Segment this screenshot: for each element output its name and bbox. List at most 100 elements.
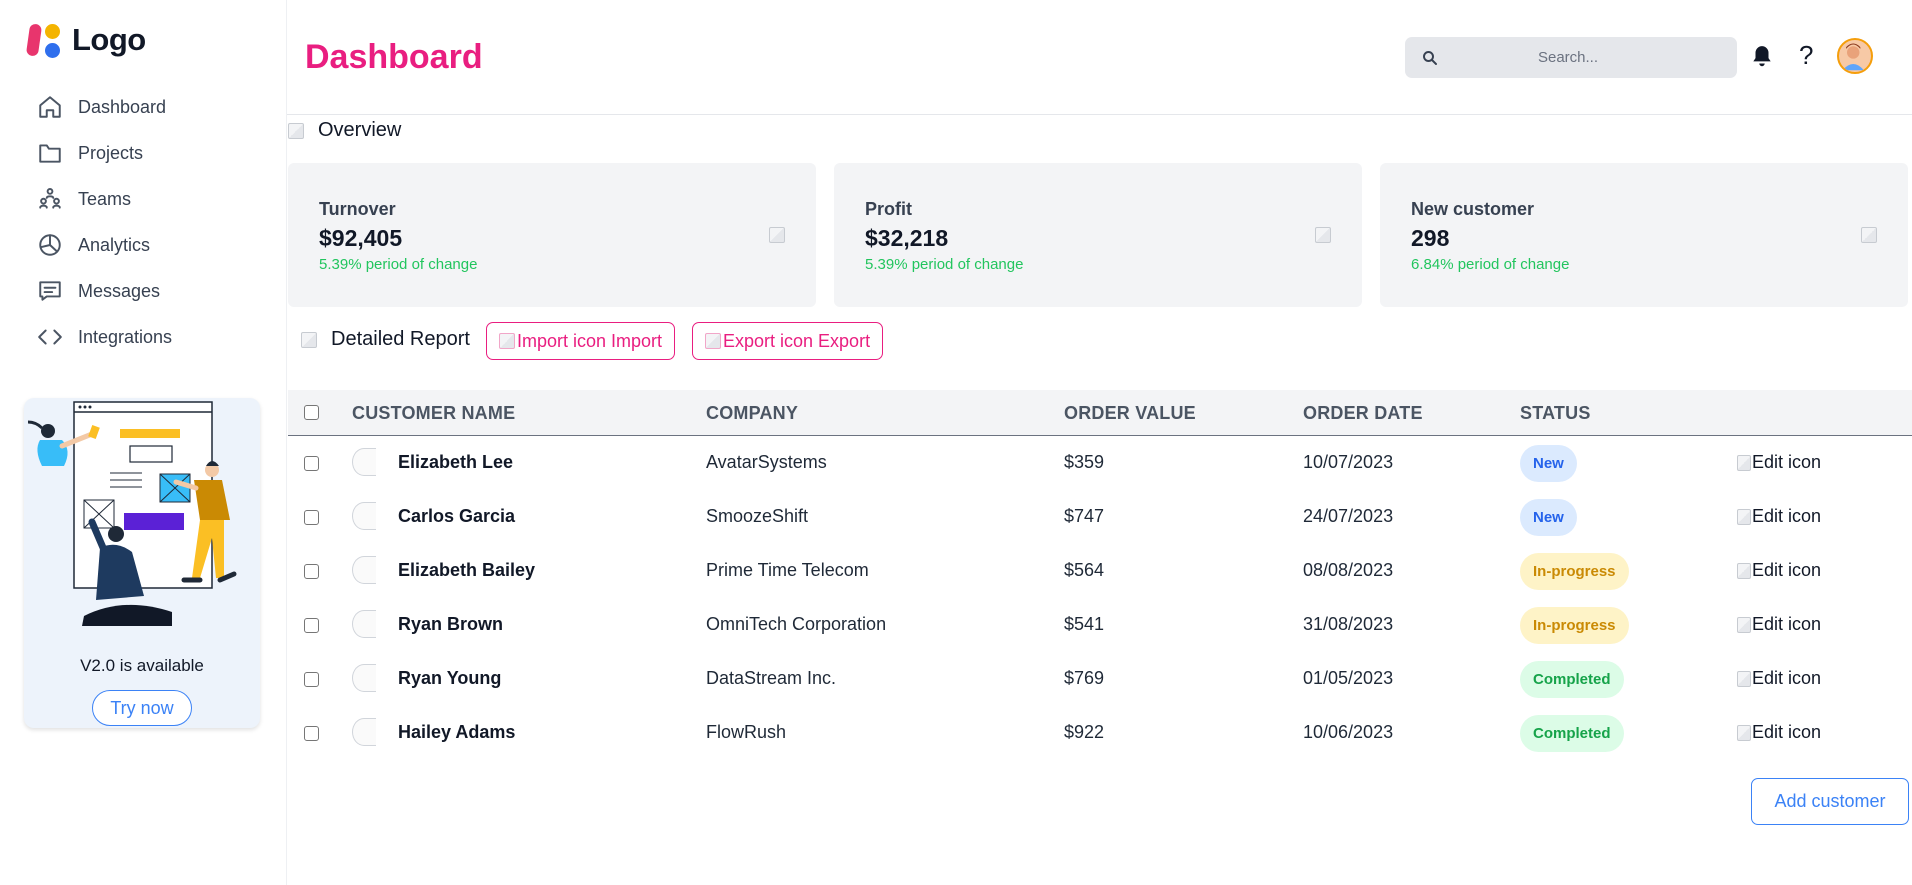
- logo[interactable]: Logo: [25, 22, 146, 58]
- sidebar-item-teams[interactable]: Teams: [36, 176, 172, 222]
- order-value-cell: $922: [1064, 722, 1105, 742]
- company-cell: Prime Time Telecom: [706, 560, 869, 580]
- edit-icon: [1737, 616, 1751, 633]
- notification-bell-icon[interactable]: [1749, 44, 1775, 70]
- row-checkbox[interactable]: [304, 564, 319, 579]
- stat-label: Profit: [865, 199, 912, 219]
- home-icon: [36, 93, 64, 121]
- sidebar-item-label: Integrations: [78, 326, 173, 347]
- edit-icon: [1737, 508, 1751, 525]
- import-label: Import icon Import: [517, 330, 663, 351]
- company-cell: DataStream Inc.: [706, 668, 837, 688]
- export-button[interactable]: Export icon Export: [692, 322, 884, 360]
- customer-avatar: [352, 664, 376, 692]
- order-date-cell: 10/07/2023: [1303, 452, 1394, 472]
- column-header-company[interactable]: COMPANY: [706, 403, 798, 424]
- stat-change: 6.84% period of change: [1411, 256, 1570, 273]
- row-checkbox[interactable]: [304, 672, 319, 687]
- edit-button[interactable]: Edit icon: [1737, 506, 1821, 527]
- upgrade-promo-card: V2.0 is available Try now: [24, 398, 260, 728]
- company-cell: OmniTech Corporation: [706, 614, 887, 634]
- stat-value: $32,218: [865, 225, 949, 251]
- stat-cards: Turnover $92,405 5.39% period of change …: [288, 163, 1908, 307]
- code-icon: [36, 323, 64, 351]
- edit-label: Edit icon: [1752, 452, 1822, 472]
- sidebar-item-label: Teams: [78, 188, 132, 209]
- sidebar-item-label: Projects: [78, 142, 144, 163]
- try-now-button[interactable]: Try now: [92, 690, 192, 726]
- overview-icon: [288, 122, 304, 139]
- order-value-cell: $541: [1064, 614, 1105, 634]
- sidebar-item-messages[interactable]: Messages: [36, 268, 172, 314]
- column-header-order-value[interactable]: ORDER VALUE: [1064, 403, 1196, 424]
- add-customer-button[interactable]: Add customer: [1751, 778, 1909, 825]
- status-badge: In-progress: [1520, 607, 1629, 644]
- status-badge: New: [1520, 499, 1577, 536]
- row-checkbox[interactable]: [304, 726, 319, 741]
- report-icon: [301, 331, 317, 348]
- row-checkbox[interactable]: [304, 618, 319, 633]
- column-header-order-date[interactable]: ORDER DATE: [1303, 403, 1423, 424]
- edit-label: Edit icon: [1752, 614, 1822, 634]
- order-date-cell: 01/05/2023: [1303, 668, 1394, 688]
- stat-change: 5.39% period of change: [319, 256, 478, 273]
- sidebar-item-label: Dashboard: [78, 96, 167, 117]
- stat-card-profit: Profit $32,218 5.39% period of change: [834, 163, 1362, 307]
- edit-button[interactable]: Edit icon: [1737, 614, 1821, 635]
- logo-mark-icon: [25, 22, 64, 58]
- order-date-cell: 10/06/2023: [1303, 722, 1394, 742]
- import-button[interactable]: Import icon Import: [486, 322, 676, 360]
- customer-avatar: [352, 610, 376, 638]
- message-icon: [36, 277, 64, 305]
- company-cell: SmoozeShift: [706, 506, 809, 526]
- stat-image-icon: [769, 227, 785, 243]
- search-icon: [1423, 50, 1437, 65]
- order-value-cell: $769: [1064, 668, 1105, 688]
- sidebar-item-dashboard[interactable]: Dashboard: [36, 84, 172, 130]
- customer-name: Hailey Adams: [398, 722, 516, 742]
- edit-button[interactable]: Edit icon: [1737, 668, 1821, 689]
- pie-chart-icon: [36, 231, 64, 259]
- page-title: Dashboard: [305, 38, 483, 76]
- sidebar-nav: Dashboard Projects Teams Analytics Messa…: [36, 84, 172, 360]
- customer-avatar: [352, 718, 376, 746]
- search-input[interactable]: [1439, 37, 1737, 78]
- table-body: Elizabeth Lee AvatarSystems $359 10/07/2…: [288, 436, 1912, 760]
- promo-illustration: [27, 401, 237, 626]
- row-checkbox[interactable]: [304, 456, 319, 471]
- status-badge: New: [1520, 445, 1577, 482]
- customer-name: Elizabeth Lee: [398, 452, 514, 472]
- company-cell: AvatarSystems: [706, 452, 827, 472]
- column-header-status[interactable]: STATUS: [1520, 403, 1591, 424]
- select-all-checkbox[interactable]: [304, 405, 319, 420]
- table-row: Hailey Adams FlowRush $922 10/06/2023 Co…: [288, 706, 1912, 760]
- stat-label: New customer: [1411, 199, 1535, 219]
- edit-button[interactable]: Edit icon: [1737, 722, 1821, 743]
- sidebar-item-integrations[interactable]: Integrations: [36, 314, 172, 360]
- column-header-customer-name[interactable]: CUSTOMER NAME: [352, 403, 515, 424]
- customer-name: Carlos Garcia: [398, 506, 516, 526]
- table-row: Carlos Garcia SmoozeShift $747 24/07/202…: [288, 490, 1912, 544]
- sidebar: Logo Dashboard Projects Teams Analytics: [0, 0, 286, 885]
- stat-label: Turnover: [319, 199, 396, 219]
- row-checkbox[interactable]: [304, 510, 319, 525]
- help-icon[interactable]: ?: [1799, 40, 1813, 71]
- sidebar-item-label: Messages: [78, 280, 161, 301]
- edit-label: Edit icon: [1752, 506, 1822, 526]
- table-row: Elizabeth Bailey Prime Time Telecom $564…: [288, 544, 1912, 598]
- sidebar-item-analytics[interactable]: Analytics: [36, 222, 172, 268]
- stat-card-turnover: Turnover $92,405 5.39% period of change: [288, 163, 816, 307]
- order-date-cell: 08/08/2023: [1303, 560, 1394, 580]
- overview-title: Overview: [318, 119, 402, 141]
- logo-text: Logo: [72, 22, 146, 57]
- folder-icon: [36, 139, 64, 167]
- sidebar-item-projects[interactable]: Projects: [36, 130, 172, 176]
- customer-avatar: [352, 556, 376, 584]
- search-box[interactable]: [1405, 37, 1737, 78]
- edit-button[interactable]: Edit icon: [1737, 452, 1821, 473]
- user-avatar[interactable]: [1837, 38, 1873, 74]
- edit-button[interactable]: Edit icon: [1737, 560, 1821, 581]
- order-value-cell: $747: [1064, 506, 1105, 526]
- table-row: Ryan Young DataStream Inc. $769 01/05/20…: [288, 652, 1912, 706]
- edit-icon: [1737, 454, 1751, 471]
